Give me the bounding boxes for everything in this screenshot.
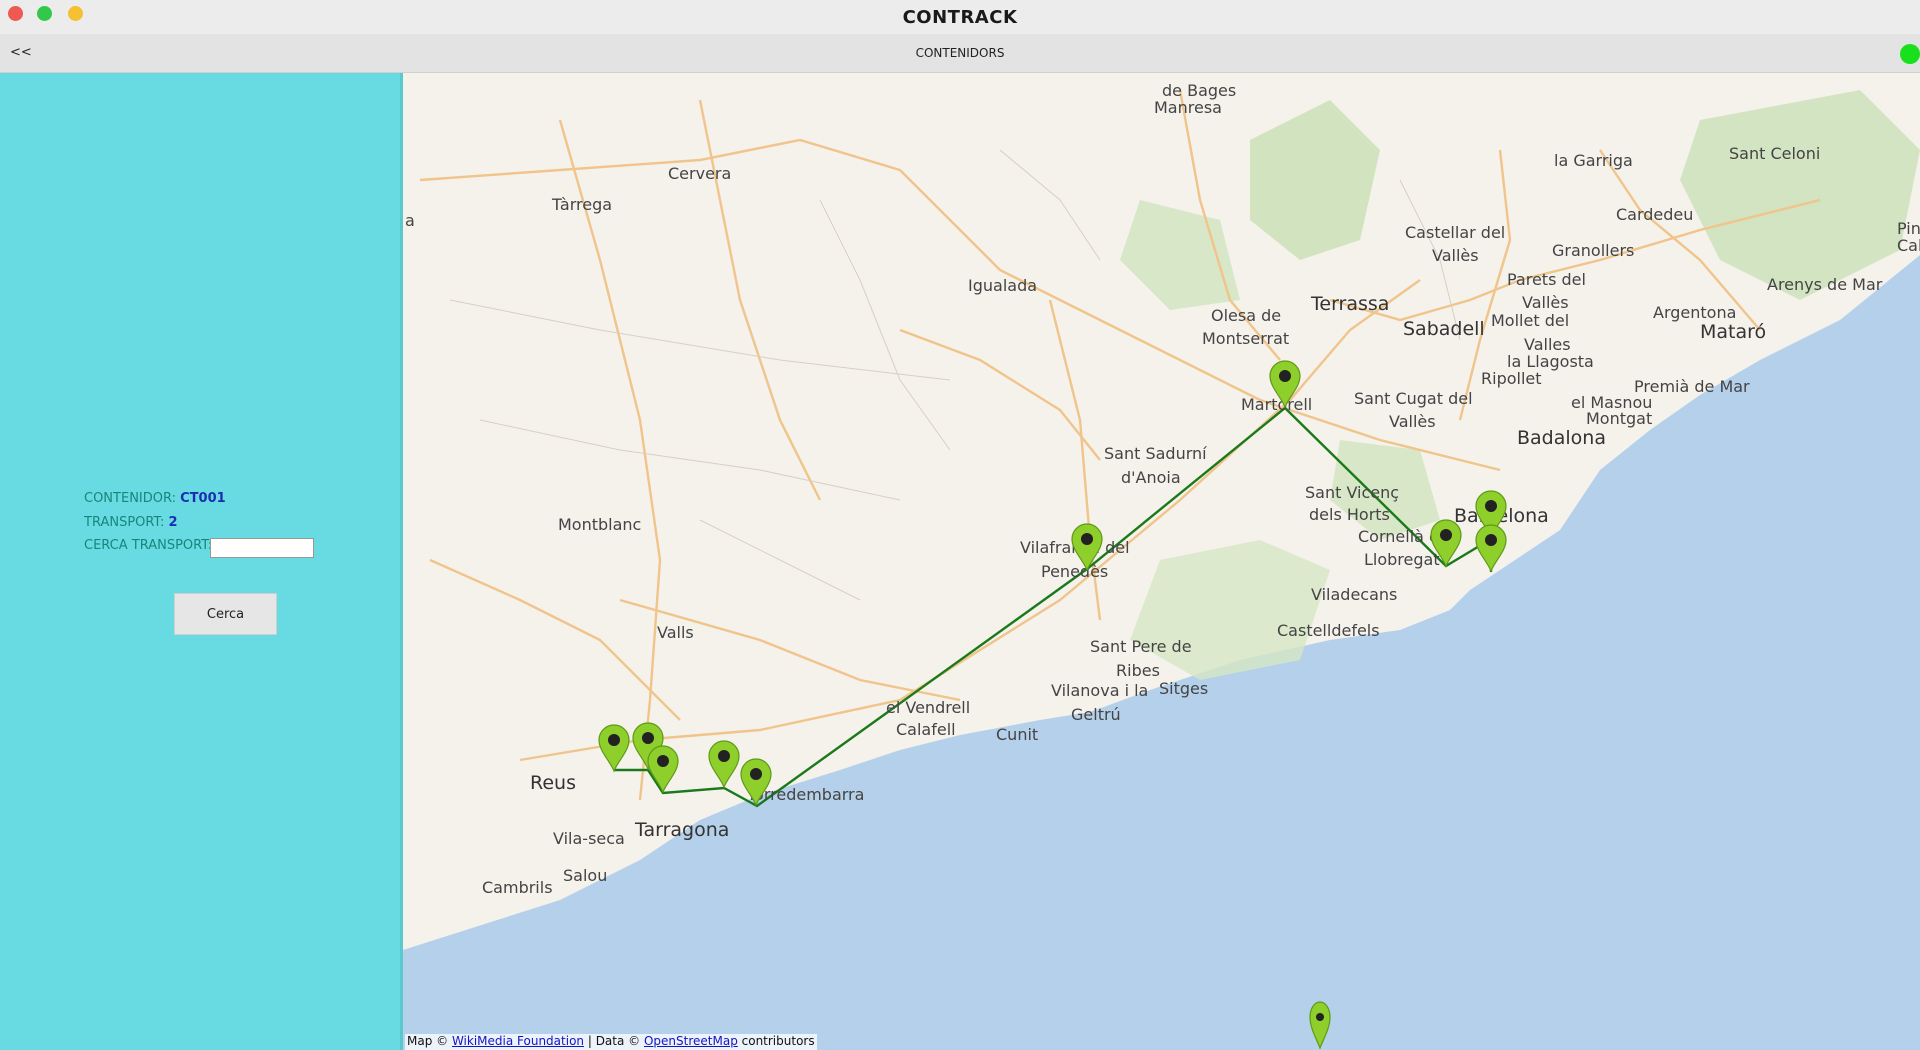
place-label: Penedès: [1041, 562, 1108, 581]
place-label: Calafell: [896, 720, 956, 739]
park-area: [1680, 90, 1920, 300]
place-label: Martorell: [1241, 395, 1312, 414]
place-label: Ribes: [1116, 661, 1160, 680]
place-label: Llobregat: [1364, 550, 1440, 569]
place-label: Mollet del: [1491, 311, 1569, 330]
place-label: Viladecans: [1311, 585, 1397, 604]
container-row: CONTENIDOR: CT001: [84, 491, 226, 506]
toolbar: << CONTENIDORS: [0, 34, 1920, 73]
place-label: Tarragona: [634, 819, 729, 841]
place-label: Castellar del: [1405, 223, 1505, 242]
place-label: Geltrú: [1071, 705, 1121, 724]
title-bar: CONTRACK: [0, 0, 1920, 34]
map-attribution: Map © WikiMedia Foundation | Data © Open…: [405, 1034, 817, 1050]
transport-value: 2: [168, 515, 178, 530]
location-marker-icon[interactable]: [647, 745, 679, 794]
search-button[interactable]: Cerca: [174, 593, 277, 635]
place-label: Manresa: [1154, 98, 1222, 117]
place-label: d'Anoia: [1121, 468, 1181, 487]
place-label: Sitges: [1159, 679, 1208, 698]
location-marker-icon[interactable]: [708, 740, 740, 789]
place-label: la Garriga: [1554, 151, 1633, 170]
place-label: Salou: [563, 866, 607, 885]
place-label: Cunit: [996, 725, 1038, 744]
attribution-prefix: Map ©: [407, 1034, 452, 1048]
place-label: Ripollet: [1481, 369, 1542, 388]
container-value: CT001: [180, 491, 226, 506]
place-label: Cervera: [668, 164, 731, 183]
location-marker-icon[interactable]: [1475, 524, 1507, 573]
location-marker-icon[interactable]: [598, 724, 630, 773]
attribution-middle: | Data ©: [584, 1034, 644, 1048]
connection-status-indicator: [1900, 44, 1920, 64]
place-label: Olesa de: [1211, 306, 1281, 325]
place-label: Valls: [657, 623, 694, 642]
wikimedia-link[interactable]: WikiMedia Foundation: [452, 1034, 584, 1048]
place-label: Sant Sadurní: [1104, 444, 1207, 463]
transport-row: TRANSPORT: 2: [84, 515, 178, 530]
place-label: Tàrrega: [551, 195, 612, 214]
place-label: Sant Pere de: [1090, 637, 1192, 656]
place-label: Sant Cugat del: [1354, 389, 1473, 408]
openstreetmap-link[interactable]: OpenStreetMap: [644, 1034, 738, 1048]
place-label: a: [405, 211, 415, 230]
place-label: Vallès: [1522, 293, 1569, 312]
attribution-suffix: contributors: [737, 1034, 815, 1048]
park-area: [1250, 100, 1380, 260]
place-label: Parets del: [1507, 270, 1586, 289]
map-canvas[interactable]: de Bages Manresa Cervera Tàrrega Igualad…: [403, 73, 1920, 1050]
place-label: el Vendrell: [886, 698, 970, 717]
place-label: Montgat: [1586, 409, 1652, 428]
sidebar: CONTENIDOR: CT001 TRANSPORT: 2 CERCA TRA…: [0, 73, 403, 1050]
place-label: Terrassa: [1310, 293, 1389, 315]
app-title: CONTRACK: [902, 7, 1018, 28]
place-label: Vila-seca: [553, 829, 625, 848]
place-label: dels Horts: [1309, 505, 1390, 524]
place-label: Vilanova i la: [1051, 681, 1148, 700]
park-area: [1120, 200, 1240, 310]
search-transport-input[interactable]: [210, 538, 314, 558]
transport-label: TRANSPORT:: [84, 515, 169, 530]
place-label: Granollers: [1552, 241, 1634, 260]
place-label: Cal: [1897, 236, 1920, 255]
place-label: Castelldefels: [1277, 621, 1380, 640]
place-label: Montblanc: [558, 515, 641, 534]
place-label: Arenys de Mar: [1767, 275, 1883, 294]
place-label: Reus: [530, 772, 576, 794]
place-label: Igualada: [968, 276, 1037, 295]
place-label: Vallès: [1432, 246, 1479, 265]
place-label: Cambrils: [482, 878, 553, 897]
place-label: Cardedeu: [1616, 205, 1693, 224]
place-label: Sant Vicenç: [1305, 483, 1399, 502]
map-view[interactable]: de Bages Manresa Cervera Tàrrega Igualad…: [403, 73, 1920, 1050]
search-transport-label: CERCA TRANSPORT:: [84, 538, 213, 553]
place-label: Badalona: [1517, 427, 1606, 449]
place-label: Argentona: [1653, 303, 1736, 322]
place-label: Vallès: [1389, 412, 1436, 431]
place-label: Sabadell: [1403, 318, 1485, 340]
section-title: CONTENIDORS: [915, 46, 1005, 60]
container-label: CONTENIDOR:: [84, 491, 181, 506]
place-label: Montserrat: [1202, 329, 1289, 348]
place-label: Mataró: [1700, 321, 1766, 343]
place-label: Sant Celoni: [1729, 144, 1820, 163]
park-area: [1130, 540, 1330, 680]
